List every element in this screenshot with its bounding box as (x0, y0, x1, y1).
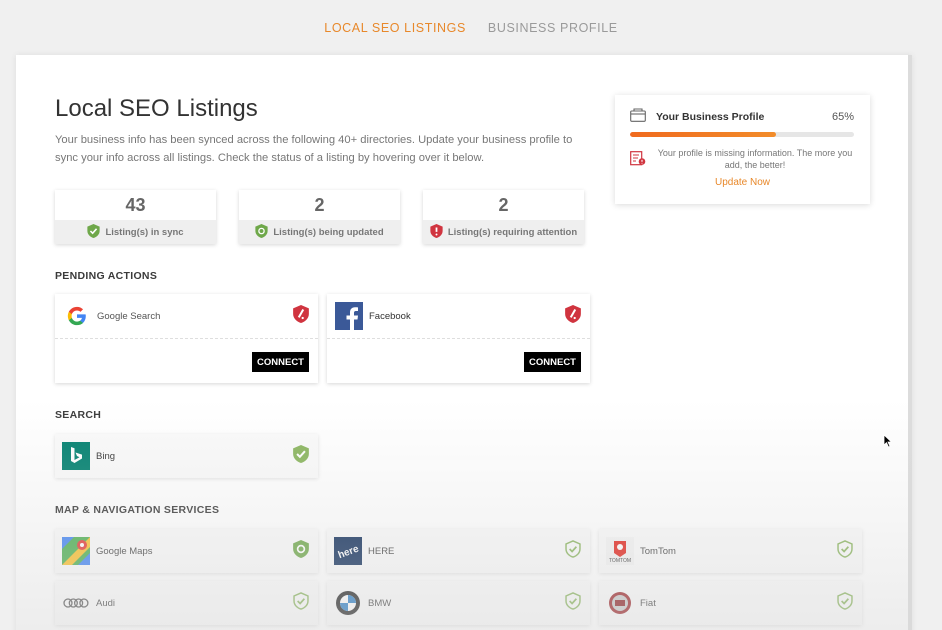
fiat-icon (606, 589, 634, 617)
listing-google-maps[interactable]: Google Maps (55, 529, 318, 573)
listing-audi[interactable]: Audi (55, 581, 318, 625)
shield-check-outline-icon (837, 539, 853, 563)
shield-check-outline-icon (565, 539, 581, 563)
shield-check-outline-icon (565, 591, 581, 615)
stat-label: Listing(s) requiring attention (447, 226, 578, 238)
listing-name: HERE (368, 545, 395, 557)
profile-percent: 65% (831, 111, 854, 123)
section-title-maps: MAP & NAVIGATION SERVICES (55, 504, 220, 516)
mouse-cursor-icon (883, 434, 893, 453)
listing-name: Facebook (369, 310, 411, 322)
profile-title: Your Business Profile (656, 111, 765, 123)
stat-requiring-attention: 2 Listing(s) requiring attention (423, 190, 584, 244)
folder-icon (630, 107, 646, 127)
shield-sync-icon (293, 539, 309, 563)
stat-value: 2 (498, 194, 509, 215)
google-maps-icon (62, 537, 90, 565)
shield-check-outline-icon (293, 591, 309, 615)
profile-progress-fill (630, 132, 776, 137)
google-icon (63, 302, 91, 330)
shield-alert-icon (565, 304, 581, 328)
shield-check-icon (87, 223, 101, 241)
section-title-pending: PENDING ACTIONS (55, 270, 158, 282)
page-title: Local SEO Listings (55, 95, 258, 122)
listing-bing[interactable]: Bing (55, 434, 318, 478)
stat-value: 2 (314, 194, 325, 215)
shield-check-icon (293, 444, 309, 468)
tab-local-seo-listings[interactable]: LOCAL SEO LISTINGS (324, 21, 466, 35)
bing-icon (62, 442, 90, 470)
tab-business-profile[interactable]: BUSINESS PROFILE (488, 21, 618, 35)
profile-message: Your profile is missing information. The… (657, 148, 853, 170)
listing-name: Fiat (640, 597, 656, 609)
stat-label: Listing(s) being updated (273, 226, 384, 238)
stat-label: Listing(s) in sync (105, 226, 184, 238)
tomtom-icon: TOMTOM (606, 537, 634, 565)
stat-being-updated: 2 Listing(s) being updated (239, 190, 400, 244)
page-description: Your business info has been synced acros… (55, 134, 573, 164)
listing-name: Google Search (97, 310, 161, 322)
update-now-link[interactable]: Update Now (615, 177, 870, 188)
pending-card-facebook[interactable]: Facebook CONNECT (327, 294, 590, 383)
listing-name: Bing (96, 450, 116, 462)
stat-value: 43 (125, 194, 146, 215)
stat-in-sync: 43 Listing(s) in sync (55, 190, 216, 244)
top-navigation: LOCAL SEO LISTINGS BUSINESS PROFILE (0, 0, 942, 56)
shield-alert-icon (293, 304, 309, 328)
section-title-search: SEARCH (55, 409, 102, 421)
connect-button[interactable]: CONNECT (524, 352, 581, 372)
listing-tomtom[interactable]: TOMTOM TomTom (599, 529, 862, 573)
listing-name: BMW (368, 597, 392, 609)
listing-name: TomTom (640, 545, 676, 557)
listing-bmw[interactable]: BMW (327, 581, 590, 625)
connect-button[interactable]: CONNECT (252, 352, 309, 372)
pending-card-google-search[interactable]: Google Search CONNECT (55, 294, 318, 383)
listing-name: Google Maps (96, 545, 153, 557)
listing-here[interactable]: here HERE (327, 529, 590, 573)
shield-check-outline-icon (837, 591, 853, 615)
svg-text:TOMTOM: TOMTOM (609, 558, 631, 564)
here-icon: here (334, 537, 362, 565)
profile-warning-icon (630, 151, 646, 171)
audi-icon (62, 589, 90, 617)
profile-progress-bar (630, 132, 854, 137)
shield-sync-icon (255, 223, 268, 241)
shield-alert-icon (430, 223, 443, 241)
listing-fiat[interactable]: Fiat (599, 581, 862, 625)
business-profile-card: Your Business Profile 65% Your profile i… (615, 95, 870, 204)
bmw-icon (334, 589, 362, 617)
listing-name: Audi (96, 597, 116, 609)
facebook-icon (335, 302, 363, 330)
